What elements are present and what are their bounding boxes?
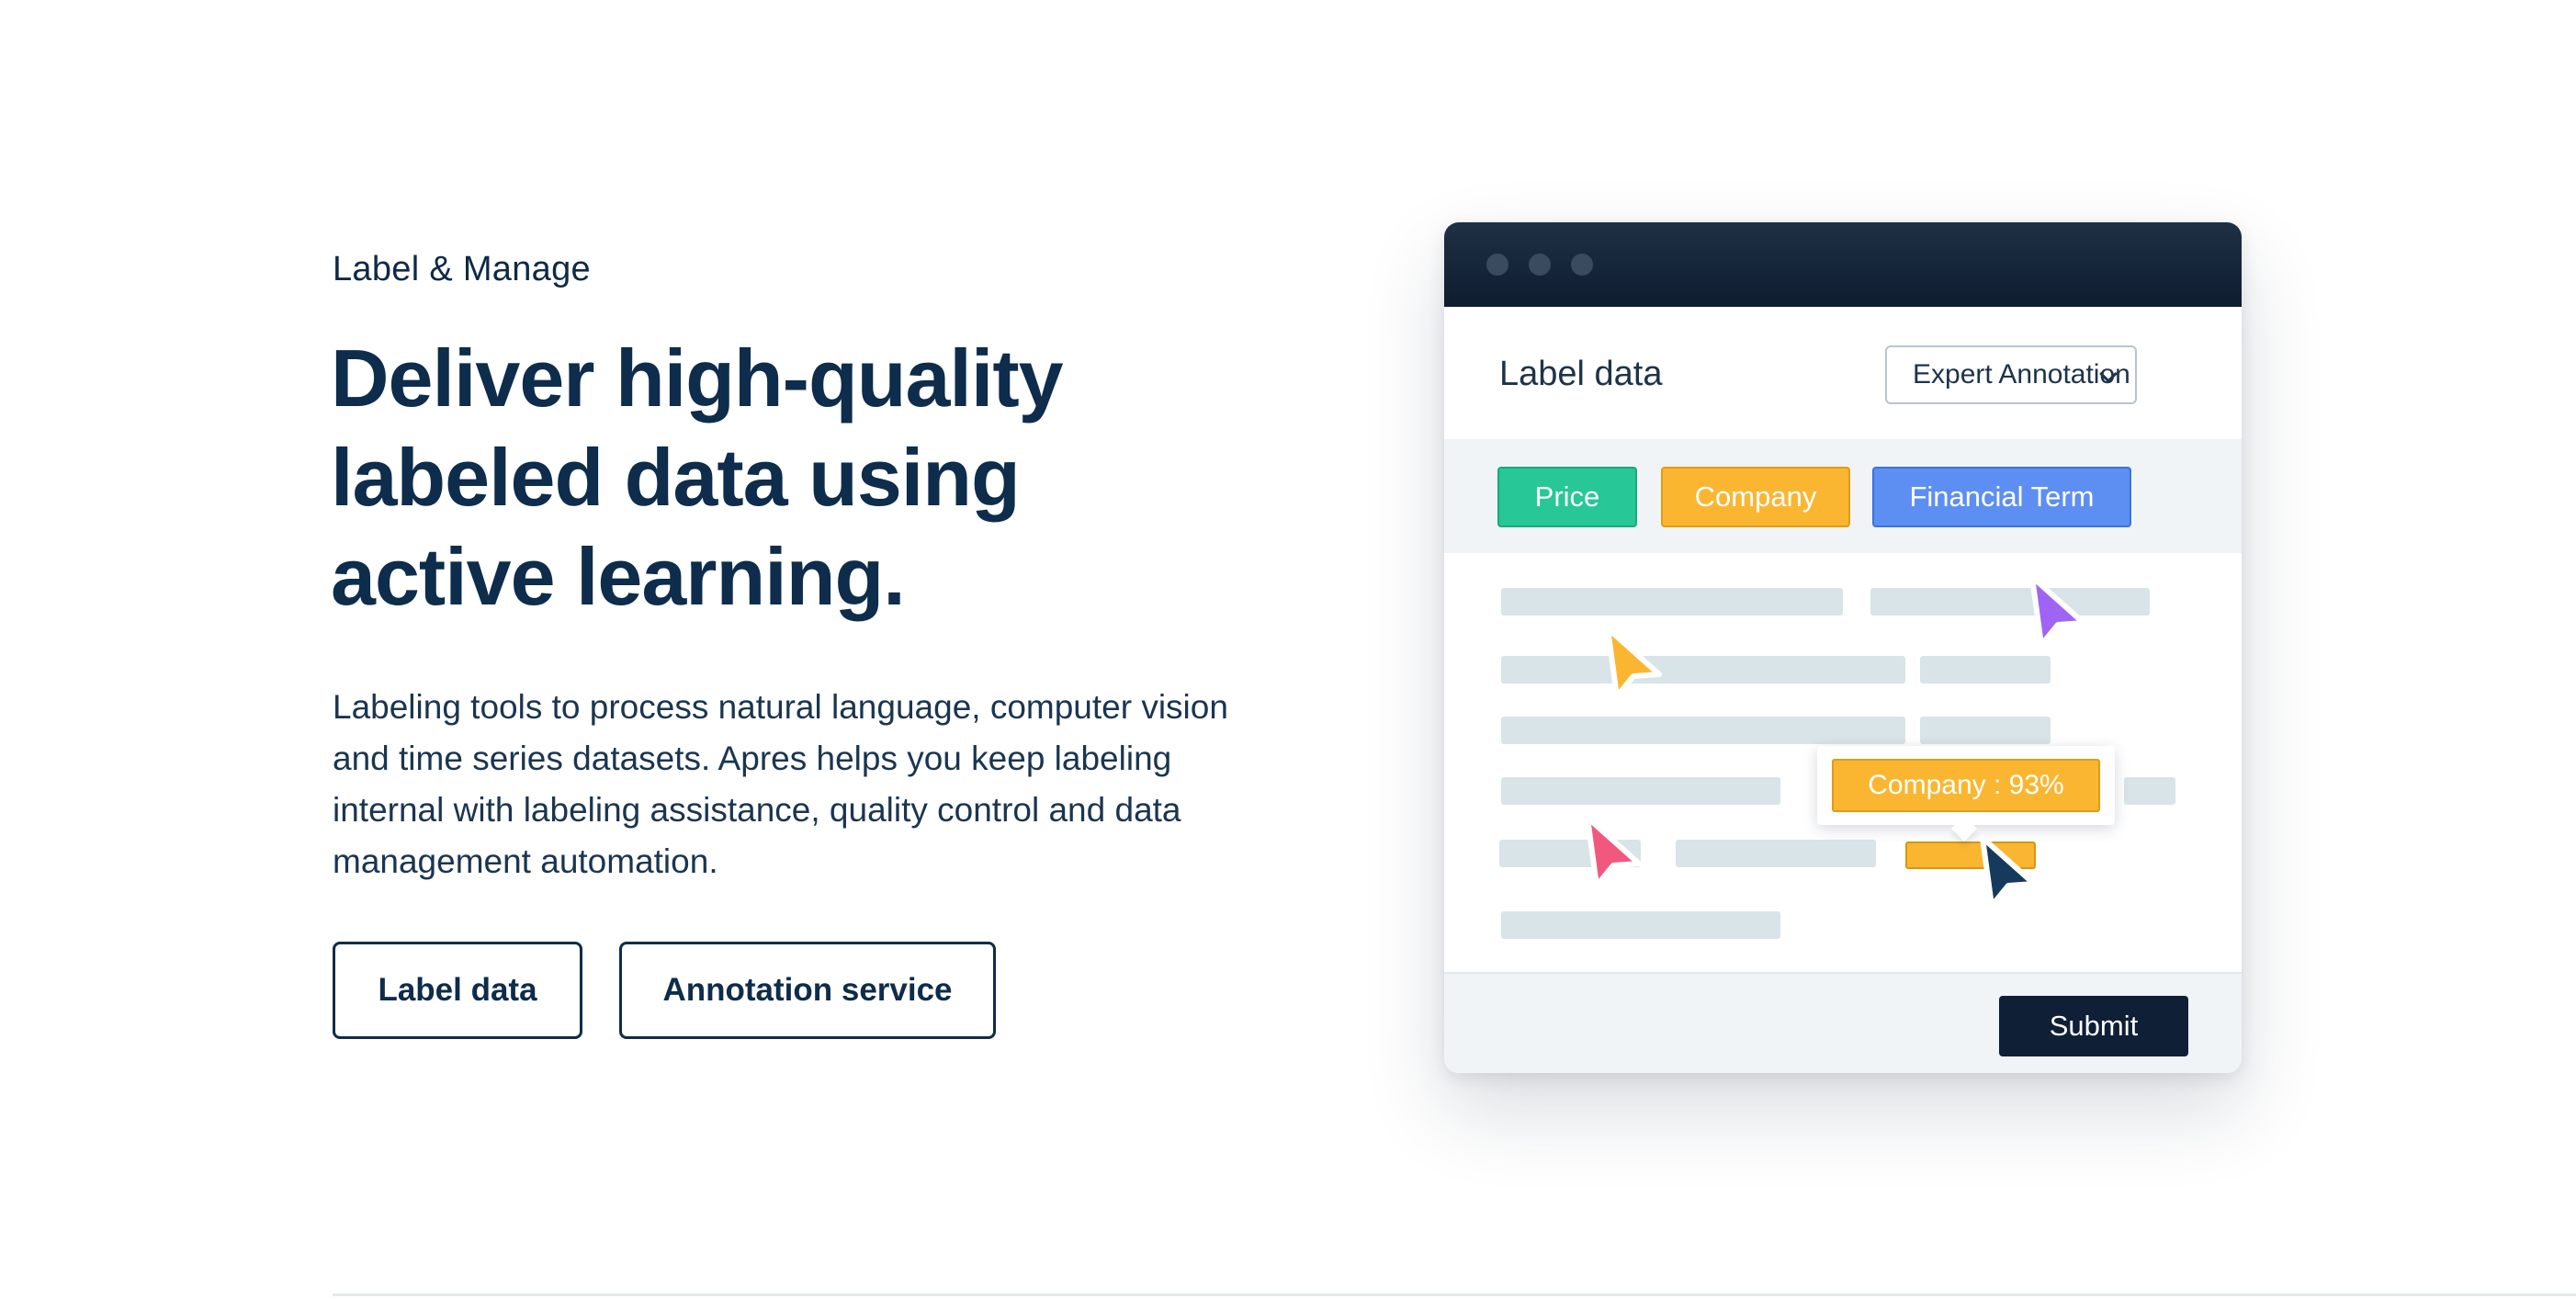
text-line-placeholder [1501,777,1780,805]
annotation-service-button[interactable]: Annotation service [619,942,996,1039]
submit-button[interactable]: Submit [1999,996,2188,1056]
label-tag-bar: Price Company Financial Term [1444,439,2242,555]
prediction-tooltip: Company : 93% [1817,746,2115,842]
headline-line-3: active learning. [331,531,906,622]
hero-headline: Deliver high-quality labeled data using … [331,329,1213,627]
section-divider [333,1293,2576,1296]
tag-company[interactable]: Company [1661,467,1850,527]
annotation-mode-select[interactable]: Expert Annotation [1885,345,2137,404]
window-dot-icon [1529,254,1551,276]
text-annotation-area: Company : 93% [1444,553,2242,972]
text-line-placeholder [1920,717,2051,744]
headline-line-1: Deliver high-quality [331,333,1064,424]
text-line-placeholder [1920,656,2051,683]
label-data-window: Label data Expert Annotation Price Compa… [1444,222,2242,1073]
cursor-arrow-icon [1585,815,1642,888]
text-line-placeholder [2124,777,2175,805]
window-header: Label data Expert Annotation [1444,307,2242,441]
headline-line-2: labeled data using [331,432,1021,523]
text-line-placeholder [1501,911,1780,939]
text-line-placeholder [1676,840,1876,867]
window-dot-icon [1486,254,1508,276]
prediction-label: Company : 93% [1832,759,2100,812]
cursor-arrow-icon [1605,626,1662,699]
label-data-button[interactable]: Label data [333,942,582,1039]
window-title: Label data [1499,355,1663,393]
annotation-mode-value: Expert Annotation [1913,359,2130,390]
window-dot-icon [1571,254,1593,276]
window-footer: Submit [1444,972,2242,1073]
tag-financial-term[interactable]: Financial Term [1872,467,2131,527]
text-line-placeholder [1870,588,2150,616]
cursor-arrow-icon [1980,835,2037,909]
cursor-arrow-icon [2029,574,2086,648]
tag-price[interactable]: Price [1497,467,1637,527]
window-titlebar [1444,222,2242,307]
text-line-placeholder [1501,588,1843,616]
hero-description: Labeling tools to process natural langua… [333,688,1228,880]
text-line-placeholder [1501,656,1905,683]
section-eyebrow: Label & Manage [333,250,591,288]
text-line-placeholder [1501,717,1905,744]
